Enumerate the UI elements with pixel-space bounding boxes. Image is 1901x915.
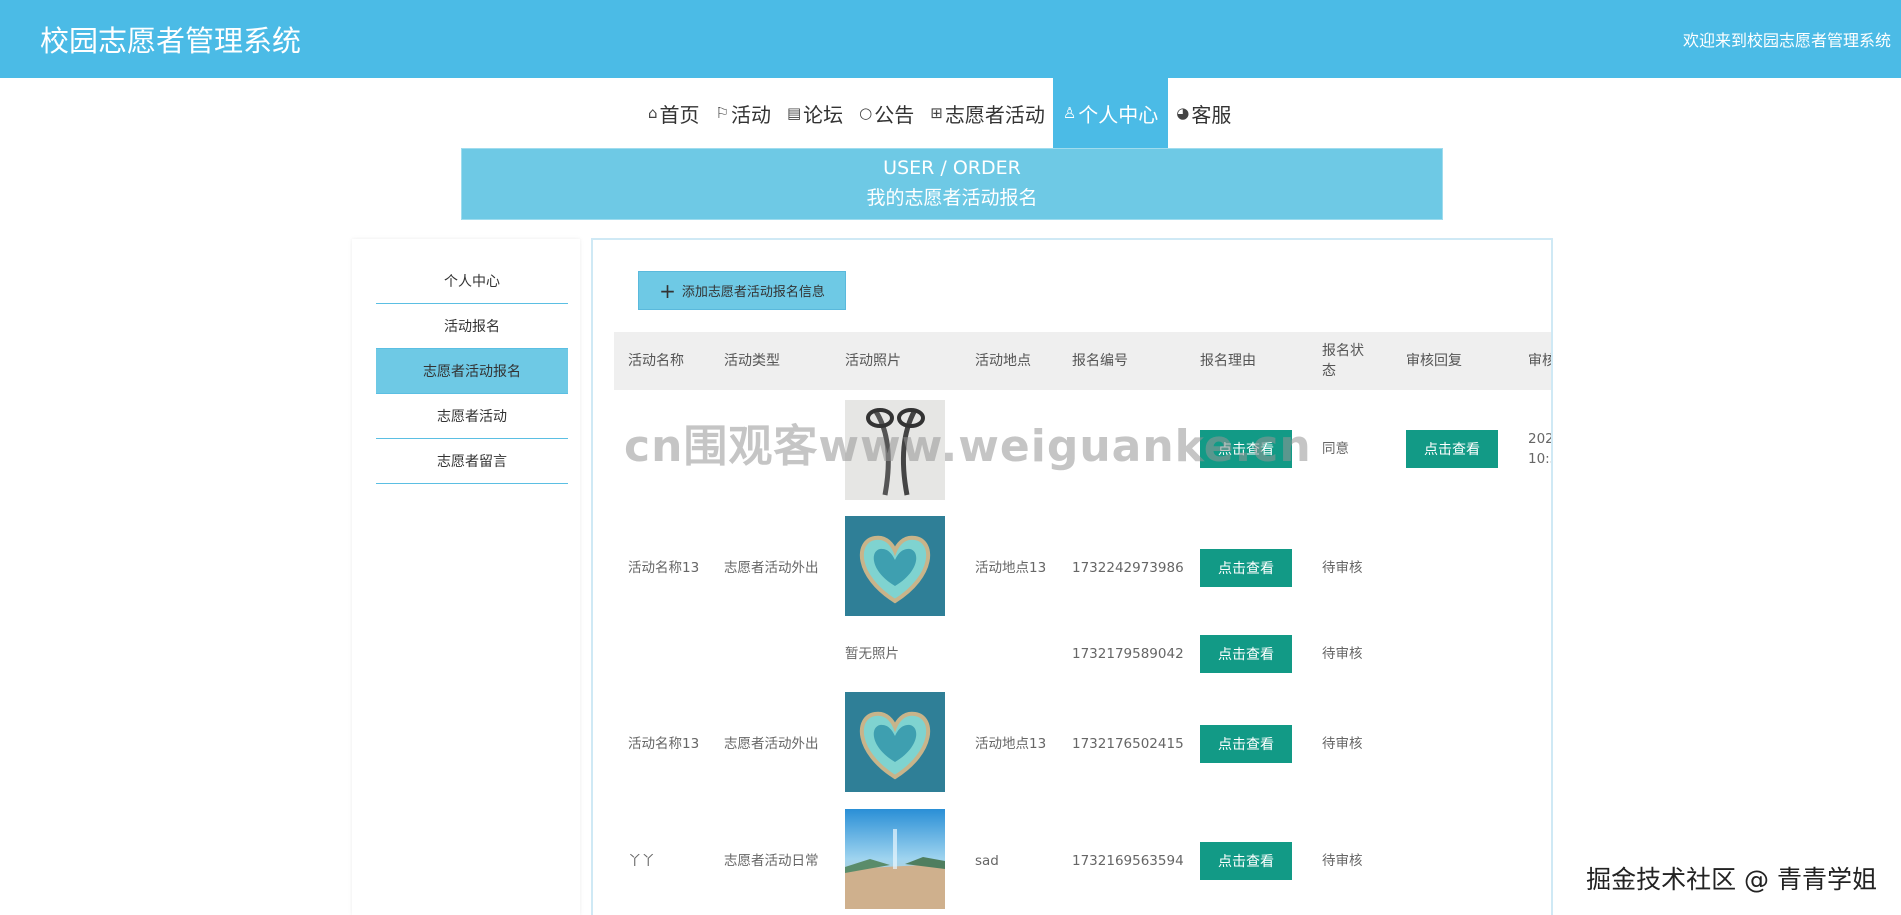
nav-label: 论坛: [803, 102, 844, 127]
nav-item-service[interactable]: ◕ 客服: [1168, 78, 1239, 148]
nav-item-forum[interactable]: ▤ 论坛: [779, 78, 851, 148]
welcome-text: 欢迎来到校园志愿者管理系统: [1682, 31, 1891, 50]
cell-status: 待审核: [1322, 853, 1363, 869]
col-name: 活动名称: [628, 353, 684, 369]
cell-type: 志愿者活动日常: [724, 853, 819, 869]
nav-label: 个人中心: [1078, 102, 1159, 127]
content-panel: + 添加志愿者活动报名信息 活动名称 活动类型 活动照片 活动地点 报名编号 报…: [591, 238, 1553, 915]
table-header: 活动名称 活动类型 活动照片 活动地点 报名编号 报名理由 报名状态 审核回复 …: [614, 332, 1551, 390]
cell-status: 待审核: [1322, 646, 1363, 662]
activity-photo-heart: [845, 692, 945, 792]
cell-place: 活动地点13: [975, 736, 1047, 752]
nav-label: 客服: [1191, 102, 1232, 127]
cell-place: 活动地点13: [975, 560, 1047, 576]
flag-icon: ⚐: [715, 104, 729, 122]
nav-item-profile[interactable]: ♙ 个人中心: [1052, 78, 1169, 148]
nav-label: 活动: [730, 102, 771, 127]
activity-photo-heart: [845, 516, 945, 616]
table-row: 暂无照片 1732179589042 点击查看 待审核: [614, 627, 1551, 681]
view-reply-button[interactable]: 点击查看: [1406, 430, 1498, 468]
activity-photo-road: [845, 809, 945, 909]
sidebar-item-volunteer-activity[interactable]: 志愿者活动: [376, 394, 568, 439]
banner-cn: 我的志愿者活动报名: [866, 187, 1038, 209]
service-icon: ◕: [1176, 104, 1190, 122]
sidebar-item-profile[interactable]: 个人中心: [376, 259, 568, 304]
nav-item-notice[interactable]: ○ 公告: [851, 78, 922, 148]
col-status: 报名状态: [1322, 343, 1364, 379]
nav-label: 公告: [874, 102, 915, 127]
view-reason-button[interactable]: 点击查看: [1200, 842, 1292, 880]
nav-label: 首页: [659, 102, 700, 127]
cell-no: 1732176502415: [1072, 736, 1184, 752]
view-reason-button[interactable]: 点击查看: [1200, 549, 1292, 587]
view-reason-button[interactable]: 点击查看: [1200, 635, 1292, 673]
cell-name: 活动名称13: [628, 560, 700, 576]
user-icon: ♙: [1062, 104, 1077, 122]
cell-type: 志愿者活动外出: [724, 736, 819, 752]
col-reply: 审核回复: [1406, 353, 1462, 369]
volunteer-icon: ⊞: [930, 104, 943, 122]
cell-no: 1732242973986: [1072, 560, 1184, 576]
col-type: 活动类型: [724, 353, 780, 369]
table-row: 活动名称13 志愿者活动外出 活动地点13 1732176502415 点击查看…: [614, 692, 1551, 796]
nav-item-home[interactable]: ⌂ 首页: [640, 78, 708, 148]
juejin-watermark: 掘金技术社区 @ 青青学姐: [1586, 865, 1877, 894]
nav-label: 志愿者活动: [944, 102, 1045, 127]
table-row: 丫丫 志愿者活动日常 sad 1732169563594 点击查看 待审核: [614, 809, 1551, 913]
cell-audit-time: 2024- 10:5: [1528, 431, 1553, 467]
sidebar-item-activity-signup[interactable]: 活动报名: [376, 304, 568, 349]
col-reason: 报名理由: [1200, 353, 1256, 369]
top-bar: 校园志愿者管理系统 欢迎来到校园志愿者管理系统: [0, 0, 1901, 78]
nav-item-activity[interactable]: ⚐ 活动: [708, 78, 779, 148]
table-row: 活动名称13 志愿者活动外出 活动地点13 1732242973986 点击查看…: [614, 516, 1551, 620]
banner-en: USER / ORDER: [883, 157, 1021, 179]
cell-status: 待审核: [1322, 560, 1363, 576]
col-audit: 审核: [1528, 353, 1551, 369]
cell-place: sad: [975, 853, 999, 869]
col-photo: 活动照片: [845, 353, 901, 369]
notice-icon: ○: [859, 104, 873, 122]
cell-no: 1732169563594: [1072, 853, 1184, 869]
plus-icon: +: [659, 278, 676, 303]
cell-photo-empty: 暂无照片: [845, 646, 899, 662]
cell-status: 同意: [1322, 441, 1349, 457]
main-nav: ⌂ 首页 ⚐ 活动 ▤ 论坛 ○ 公告 ⊞ 志愿者活动 ♙ 个人中心 ◕ 客服: [640, 78, 1239, 148]
cell-type: 志愿者活动外出: [724, 560, 819, 576]
cell-no: 1732179589042: [1072, 646, 1184, 662]
add-signup-button[interactable]: + 添加志愿者活动报名信息: [638, 271, 846, 310]
sidebar-item-volunteer-message[interactable]: 志愿者留言: [376, 439, 568, 484]
sidebar-item-volunteer-signup[interactable]: 志愿者活动报名: [376, 349, 568, 394]
col-place: 活动地点: [975, 353, 1031, 369]
cell-name: 活动名称13: [628, 736, 700, 752]
site-watermark: cn围观客www.weiguanke.cn: [624, 421, 1312, 472]
sidebar: 个人中心 活动报名 志愿者活动报名 志愿者活动 志愿者留言: [352, 239, 580, 915]
cell-status: 待审核: [1322, 736, 1363, 752]
app-title: 校园志愿者管理系统: [40, 24, 302, 58]
nav-item-volunteer[interactable]: ⊞ 志愿者活动: [922, 78, 1053, 148]
home-icon: ⌂: [648, 104, 658, 122]
view-reason-button[interactable]: 点击查看: [1200, 725, 1292, 763]
add-button-label: 添加志愿者活动报名信息: [681, 285, 825, 300]
cell-name: 丫丫: [628, 853, 655, 869]
page-banner: USER / ORDER 我的志愿者活动报名: [461, 148, 1443, 220]
col-no: 报名编号: [1072, 353, 1128, 369]
forum-icon: ▤: [786, 104, 802, 122]
